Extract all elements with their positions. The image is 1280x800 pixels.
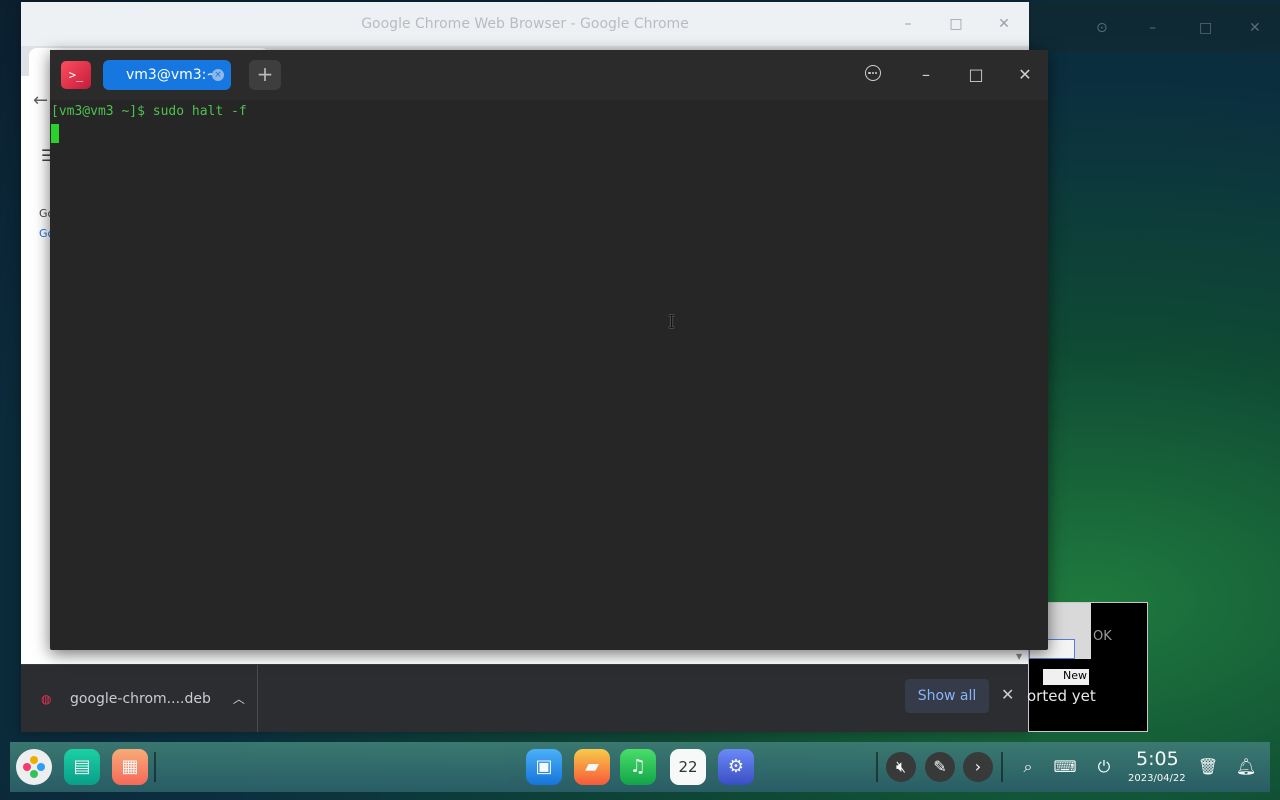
prompt-line: [vm3@vm3 ~]$ sudo halt -f bbox=[51, 104, 247, 119]
dock-separator bbox=[1001, 752, 1003, 782]
minimize-icon[interactable]: – bbox=[913, 62, 939, 88]
search-icon[interactable]: ⌕ bbox=[1013, 752, 1043, 782]
terminal-app-icon: >_ bbox=[61, 61, 91, 89]
dock-separator bbox=[154, 752, 156, 782]
file-manager-icon[interactable]: ▣ bbox=[526, 749, 562, 785]
terminal-tab-label: vm3@vm3:~ bbox=[126, 67, 219, 83]
terminal-tab[interactable]: vm3@vm3:~ × bbox=[103, 60, 231, 90]
more-options-icon[interactable] bbox=[865, 65, 881, 81]
close-icon[interactable]: ✕ bbox=[994, 14, 1014, 34]
chevron-right-icon[interactable]: › bbox=[963, 752, 993, 782]
dialog-new-button[interactable]: New bbox=[1043, 669, 1089, 685]
maximize-icon[interactable]: □ bbox=[946, 14, 966, 34]
dialog-ok-button[interactable]: OK bbox=[1093, 629, 1112, 644]
chrome-titlebar: Google Chrome Web Browser - Google Chrom… bbox=[21, 2, 1029, 46]
launcher-icon[interactable] bbox=[16, 749, 52, 785]
calendar-icon[interactable]: 22 bbox=[670, 749, 706, 785]
screenshot-pen-icon[interactable]: ✎ bbox=[925, 752, 955, 782]
more-options-icon[interactable]: ⊙ bbox=[1096, 20, 1108, 36]
dock-separator bbox=[876, 752, 878, 782]
clock-date[interactable]: 2023/04/22 bbox=[1128, 773, 1186, 784]
settings-icon[interactable]: ⚙ bbox=[718, 749, 754, 785]
terminal-icon[interactable]: ▤ bbox=[64, 749, 100, 785]
chrome-window-title: Google Chrome Web Browser - Google Chrom… bbox=[361, 16, 689, 32]
minimize-icon[interactable]: – bbox=[898, 14, 918, 34]
tab-close-icon[interactable]: × bbox=[212, 69, 224, 81]
download-bar: ◍ google-chrom....deb ︿ Show all ✕ bbox=[21, 664, 1029, 732]
maximize-icon[interactable]: □ bbox=[1199, 20, 1212, 36]
volume-muted-icon[interactable]: 🔇︎ bbox=[886, 752, 916, 782]
dock: ▤ ▦ ▣ ▰ ♫ 22 ⚙ 🔇︎ ✎ › ⌕ ⌨ ⏻ 5:05 2023/04… bbox=[10, 742, 1270, 792]
download-item[interactable]: ◍ google-chrom....deb ︿ bbox=[21, 665, 258, 732]
back-arrow-icon[interactable]: ← bbox=[33, 90, 48, 111]
terminal-titlebar: >_ vm3@vm3:~ × + – □ ✕ bbox=[50, 50, 1048, 100]
dialog-message: orted yet bbox=[1027, 687, 1096, 705]
close-download-bar-icon[interactable]: ✕ bbox=[1001, 685, 1014, 704]
notification-bell-icon[interactable]: 🔔︎ bbox=[1231, 752, 1261, 782]
calendar-day: 22 bbox=[678, 758, 698, 776]
show-all-button[interactable]: Show all bbox=[905, 679, 989, 713]
ibeam-cursor-icon: I bbox=[668, 312, 676, 333]
maximize-icon[interactable]: □ bbox=[963, 62, 989, 88]
close-icon[interactable]: ✕ bbox=[1249, 20, 1261, 36]
background-window-titlebar: ⊙ – □ ✕ bbox=[1029, 2, 1280, 52]
keyboard-icon[interactable]: ⌨ bbox=[1050, 752, 1080, 782]
scroll-down-arrow-icon[interactable]: ▼ bbox=[1016, 652, 1022, 661]
music-icon[interactable]: ♫ bbox=[620, 749, 656, 785]
power-icon[interactable]: ⏻ bbox=[1089, 752, 1119, 782]
chevron-up-icon[interactable]: ︿ bbox=[233, 690, 245, 707]
app-store-icon[interactable]: ▦ bbox=[112, 749, 148, 785]
clock-time[interactable]: 5:05 bbox=[1136, 748, 1179, 770]
download-file-name: google-chrom....deb bbox=[70, 690, 211, 707]
minimize-icon[interactable]: – bbox=[1149, 20, 1156, 36]
image-viewer-icon[interactable]: ▰ bbox=[574, 749, 610, 785]
text-cursor bbox=[51, 124, 59, 143]
new-tab-button[interactable]: + bbox=[249, 60, 281, 90]
terminal-output[interactable]: [vm3@vm3 ~]$ sudo halt -f bbox=[50, 100, 1048, 650]
deb-file-icon: ◍ bbox=[41, 691, 52, 706]
close-icon[interactable]: ✕ bbox=[1012, 62, 1038, 88]
terminal-window: >_ vm3@vm3:~ × + – □ ✕ [vm3@vm3 ~]$ sudo… bbox=[50, 50, 1048, 650]
trash-icon[interactable]: 🗑︎ bbox=[1193, 752, 1223, 782]
